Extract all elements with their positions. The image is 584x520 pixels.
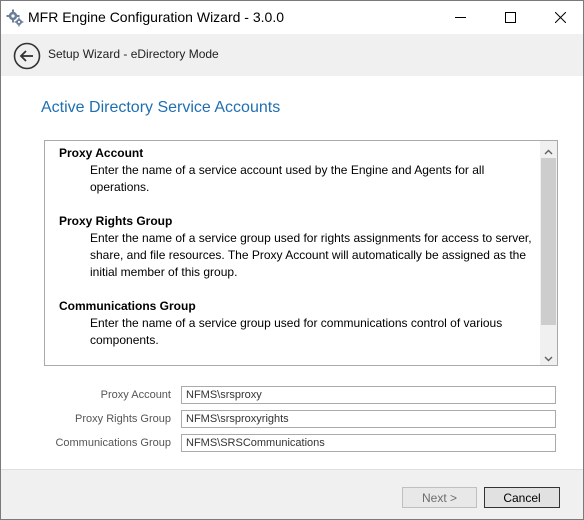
proxy-rights-group-field[interactable]: NFMS\srsproxyrights bbox=[181, 410, 556, 428]
proxy-account-row: Proxy Account NFMS\srsproxy bbox=[1, 386, 583, 406]
window-title: MFR Engine Configuration Wizard - 3.0.0 bbox=[28, 9, 284, 25]
scroll-down-button[interactable] bbox=[540, 348, 557, 365]
cancel-button[interactable]: Cancel bbox=[484, 487, 560, 508]
info-section-communications-group: Communications Group Enter the name of a… bbox=[59, 298, 540, 349]
scroll-thumb[interactable] bbox=[541, 158, 556, 325]
proxy-account-label: Proxy Account bbox=[100, 389, 171, 401]
info-heading: Communications Group bbox=[59, 299, 196, 313]
close-icon bbox=[554, 8, 566, 27]
wizard-window: MFR Engine Configuration Wizard - 3.0.0 bbox=[0, 0, 584, 520]
communications-group-row: Communications Group NFMS\SRSCommunicati… bbox=[1, 434, 583, 454]
info-description: Enter the name of a service group used f… bbox=[90, 231, 532, 279]
scroll-up-button[interactable] bbox=[540, 141, 557, 158]
info-text-area: Proxy Account Enter the name of a servic… bbox=[45, 141, 540, 365]
info-panel: Proxy Account Enter the name of a servic… bbox=[44, 140, 558, 366]
content-area: Active Directory Service Accounts Proxy … bbox=[1, 76, 583, 469]
title-bar[interactable]: MFR Engine Configuration Wizard - 3.0.0 bbox=[1, 1, 583, 34]
close-button[interactable] bbox=[537, 1, 583, 34]
info-description: Enter the name of a service group used f… bbox=[90, 316, 503, 347]
proxy-rights-group-row: Proxy Rights Group NFMS\srsproxyrights bbox=[1, 410, 583, 430]
wizard-nav-bar: Setup Wizard - eDirectory Mode bbox=[1, 34, 583, 76]
chevron-down-icon bbox=[544, 347, 553, 365]
maximize-button[interactable] bbox=[487, 1, 533, 34]
nav-title: Setup Wizard - eDirectory Mode bbox=[48, 47, 219, 61]
proxy-account-field[interactable]: NFMS\srsproxy bbox=[181, 386, 556, 404]
info-section-proxy-rights-group: Proxy Rights Group Enter the name of a s… bbox=[59, 213, 540, 281]
chevron-up-icon bbox=[544, 141, 553, 159]
back-arrow-icon bbox=[13, 42, 41, 74]
communications-group-field[interactable]: NFMS\SRSCommunications bbox=[181, 434, 556, 452]
info-heading: Proxy Rights Group bbox=[59, 214, 173, 228]
footer-bar: Next > Cancel bbox=[1, 469, 583, 519]
gear-icon bbox=[6, 9, 24, 27]
communications-group-label: Communications Group bbox=[55, 437, 171, 449]
info-section-proxy-account: Proxy Account Enter the name of a servic… bbox=[59, 145, 540, 196]
proxy-rights-group-label: Proxy Rights Group bbox=[75, 413, 171, 425]
maximize-icon bbox=[504, 8, 516, 27]
minimize-button[interactable] bbox=[437, 1, 483, 34]
back-button[interactable] bbox=[13, 42, 41, 70]
page-title: Active Directory Service Accounts bbox=[41, 99, 281, 116]
info-heading: Proxy Account bbox=[59, 146, 144, 160]
next-button[interactable]: Next > bbox=[402, 487, 477, 508]
vertical-scrollbar[interactable] bbox=[540, 141, 557, 365]
info-description: Enter the name of a service account used… bbox=[90, 163, 485, 194]
minimize-icon bbox=[454, 8, 466, 27]
